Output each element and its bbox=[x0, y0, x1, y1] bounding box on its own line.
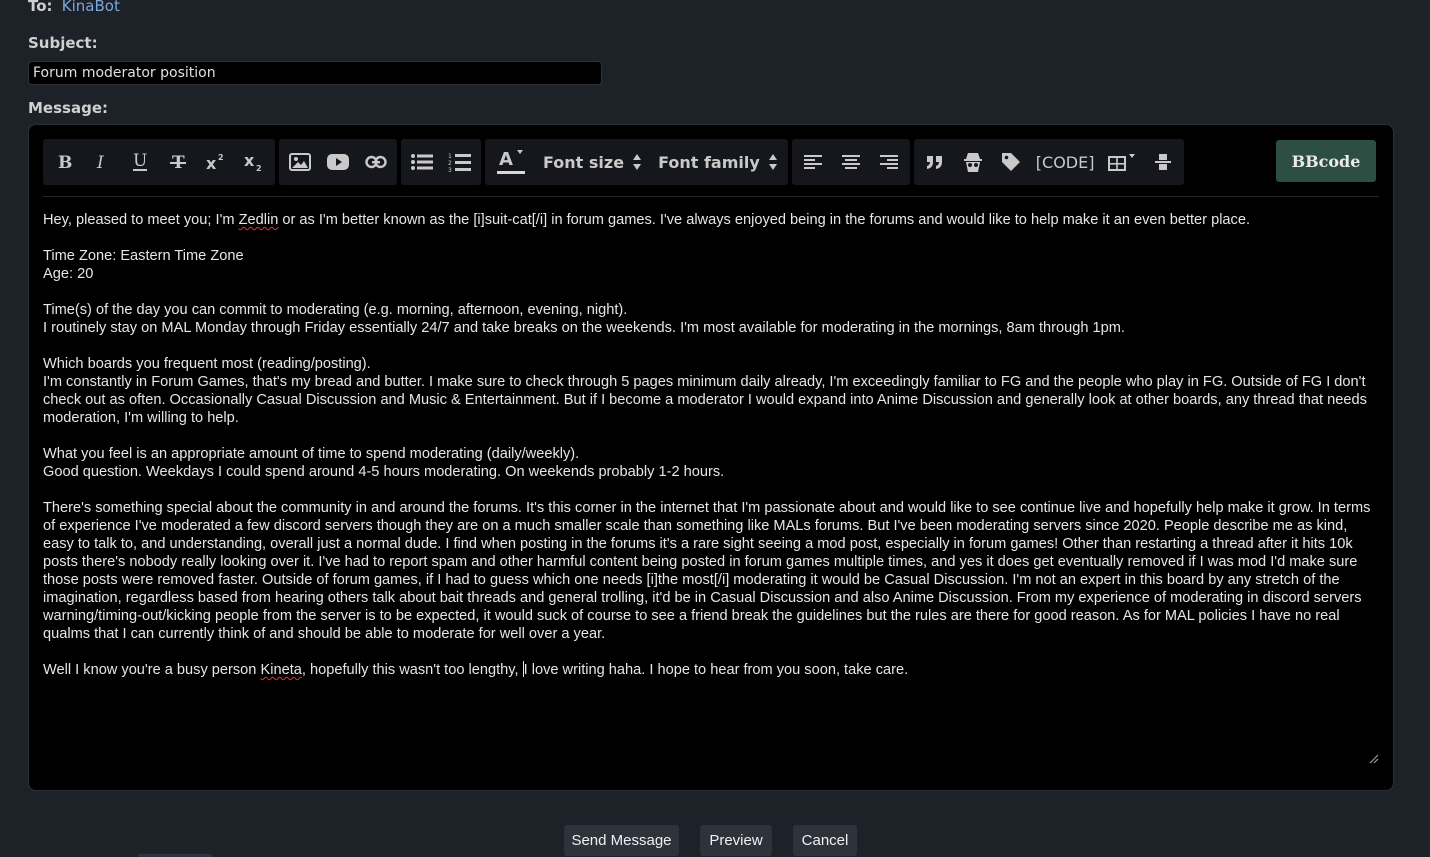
tag-icon[interactable] bbox=[992, 139, 1030, 185]
svg-text:2: 2 bbox=[448, 160, 452, 167]
sort-arrows-icon bbox=[633, 154, 642, 170]
insert-group bbox=[279, 139, 397, 185]
cancel-button[interactable]: Cancel bbox=[793, 825, 857, 856]
svg-text:U: U bbox=[133, 152, 147, 171]
svg-text:B: B bbox=[58, 153, 72, 171]
subject-input[interactable] bbox=[28, 61, 602, 85]
superscript-icon[interactable]: x2 bbox=[197, 139, 235, 185]
separator-icon[interactable] bbox=[1144, 139, 1182, 185]
table-icon[interactable] bbox=[1100, 139, 1144, 185]
compose-message-page: To: KinaBot Subject: Message: B I U T bbox=[0, 0, 1430, 857]
resize-handle-icon[interactable] bbox=[1369, 754, 1379, 764]
svg-text:x: x bbox=[206, 154, 217, 172]
list-group: 123 bbox=[401, 139, 481, 185]
quote-icon[interactable] bbox=[916, 139, 954, 185]
toolbar-divider bbox=[43, 196, 1379, 197]
sort-arrows-icon bbox=[768, 154, 777, 170]
message-paragraph: Time Zone: Eastern Time Zone Age: 20 bbox=[43, 248, 244, 282]
subscript-icon[interactable]: x2 bbox=[235, 139, 273, 185]
italic-icon[interactable]: I bbox=[83, 139, 121, 185]
strikethrough-icon[interactable]: T bbox=[159, 139, 197, 185]
message-paragraph: There's something special about the comm… bbox=[43, 500, 1371, 642]
font-size-select[interactable]: Font size bbox=[535, 139, 650, 185]
message-paragraph: Well I know you're a busy person Kineta,… bbox=[43, 661, 1381, 679]
editor-toolbar: B I U T x2 x2 bbox=[43, 139, 1185, 185]
align-left-icon[interactable] bbox=[794, 139, 832, 185]
bulleted-list-icon[interactable] bbox=[403, 139, 441, 185]
misspelled-word: Zedlin bbox=[238, 212, 279, 228]
to-label: To: bbox=[28, 0, 53, 15]
text-style-group: B I U T x2 x2 bbox=[43, 139, 275, 185]
message-text: Well I know you're a busy person bbox=[43, 662, 261, 678]
bold-icon[interactable]: B bbox=[45, 139, 83, 185]
font-group: A Font size Font family bbox=[485, 139, 788, 185]
message-label: Message: bbox=[28, 99, 108, 117]
svg-text:I: I bbox=[96, 153, 104, 171]
message-text: I love writing haha. I hope to hear from… bbox=[523, 662, 909, 678]
message-paragraph: What you feel is an appropriate amount o… bbox=[43, 446, 725, 480]
svg-text:A: A bbox=[499, 149, 513, 170]
message-editor: B I U T x2 x2 bbox=[28, 124, 1394, 791]
image-icon[interactable] bbox=[281, 139, 319, 185]
bbcode-toggle-button[interactable]: BBcode bbox=[1276, 140, 1376, 182]
recipient-link[interactable]: KinaBot bbox=[62, 0, 120, 15]
message-paragraph: Hey, pleased to meet you; I'm Zedlin or … bbox=[43, 211, 1381, 229]
font-size-label: Font size bbox=[543, 152, 625, 172]
message-text: or as I'm better known as the [i]suit-ca… bbox=[278, 212, 1251, 228]
align-right-icon[interactable] bbox=[870, 139, 908, 185]
svg-text:2: 2 bbox=[218, 153, 224, 162]
message-paragraph: Time(s) of the day you can commit to mod… bbox=[43, 302, 1125, 336]
font-color-icon[interactable]: A bbox=[487, 139, 535, 185]
recipient-line: To: KinaBot bbox=[28, 0, 120, 15]
misspelled-word: Kineta bbox=[260, 662, 302, 678]
message-text: , hopefully this wasn't too lengthy, bbox=[301, 662, 523, 678]
link-icon[interactable] bbox=[357, 139, 395, 185]
svg-text:1: 1 bbox=[448, 153, 452, 160]
message-paragraph: Which boards you frequent most (reading/… bbox=[43, 356, 1367, 426]
youtube-icon[interactable] bbox=[319, 139, 357, 185]
code-button[interactable]: [CODE] bbox=[1030, 139, 1101, 185]
message-textarea[interactable]: Hey, pleased to meet you; I'm Zedlin or … bbox=[43, 211, 1381, 697]
subject-label: Subject: bbox=[28, 34, 98, 52]
svg-text:x: x bbox=[244, 152, 255, 170]
spoiler-icon[interactable] bbox=[954, 139, 992, 185]
svg-text:2: 2 bbox=[256, 164, 262, 172]
alignment-group bbox=[791, 139, 910, 185]
extras-group: [CODE] bbox=[913, 139, 1185, 185]
align-center-icon[interactable] bbox=[832, 139, 870, 185]
send-message-button[interactable]: Send Message bbox=[564, 825, 679, 856]
font-family-label: Font family bbox=[658, 152, 760, 172]
message-text: Hey, pleased to meet you; I'm bbox=[43, 212, 239, 228]
preview-button[interactable]: Preview bbox=[700, 825, 772, 856]
svg-text:3: 3 bbox=[448, 167, 452, 172]
underline-icon[interactable]: U bbox=[121, 139, 159, 185]
numbered-list-icon[interactable]: 123 bbox=[441, 139, 479, 185]
font-family-select[interactable]: Font family bbox=[650, 139, 786, 185]
